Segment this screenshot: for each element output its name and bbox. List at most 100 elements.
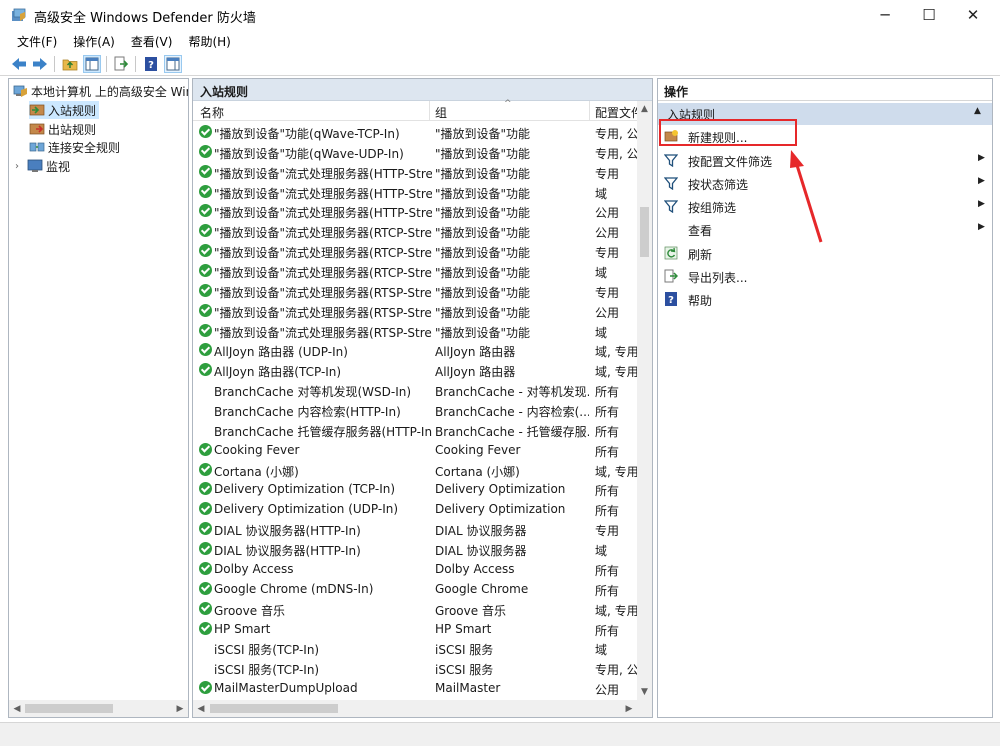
scroll-left-icon[interactable]: ◀ bbox=[9, 700, 25, 717]
table-row[interactable]: AllJoyn 路由器 (UDP-In) AllJoyn 路由器 域, 专用 bbox=[193, 340, 637, 360]
scroll-right-icon[interactable]: ▶ bbox=[621, 700, 637, 717]
tree-root[interactable]: 本地计算机 上的高级安全 Windows bbox=[12, 82, 188, 100]
column-header-profile[interactable]: 配置文件 bbox=[595, 104, 637, 121]
rule-group-cell: "播放到设备"功能 bbox=[435, 266, 531, 281]
rules-vertical-scrollbar[interactable]: ▲ ▼ bbox=[637, 101, 652, 700]
rule-group-cell: iSCSI 服务 bbox=[435, 643, 494, 658]
minimize-button[interactable]: ─ bbox=[862, 0, 908, 30]
table-row[interactable]: "播放到设备"流式处理服务器(HTTP-Stre... "播放到设备"功能 公用 bbox=[193, 201, 637, 221]
action-label: 帮助 bbox=[688, 294, 713, 308]
scroll-down-icon[interactable]: ▼ bbox=[637, 684, 652, 700]
status-bar bbox=[0, 722, 1000, 746]
tree-horizontal-scrollbar[interactable]: ◀ ▶ bbox=[9, 700, 188, 717]
scroll-thumb[interactable] bbox=[210, 704, 338, 713]
help-button[interactable]: ? bbox=[142, 55, 160, 73]
column-header-row: 名称 ^ 组 配置文件 bbox=[193, 99, 652, 121]
table-row[interactable]: Delivery Optimization (UDP-In) Delivery O… bbox=[193, 499, 637, 519]
tree-item-outbound-rules[interactable]: 出站规则 bbox=[29, 120, 96, 138]
table-row[interactable]: Delivery Optimization (TCP-In) Delivery O… bbox=[193, 479, 637, 499]
table-row[interactable]: Cortana (小娜) Cortana (小娜) 域, 专用 bbox=[193, 460, 637, 480]
rule-profile-cell: 专用 bbox=[595, 166, 620, 181]
table-row[interactable]: Dolby Access Dolby Access 所有 bbox=[193, 559, 637, 579]
actions-header: 操作 bbox=[658, 79, 992, 101]
action-label: 按组筛选 bbox=[688, 201, 737, 215]
table-row[interactable]: "播放到设备"功能(qWave-UDP-In) "播放到设备"功能 专用, 公 bbox=[193, 142, 637, 162]
svg-text:?: ? bbox=[148, 60, 154, 71]
rule-profile-cell: 域 bbox=[595, 186, 608, 201]
scroll-thumb[interactable] bbox=[25, 704, 113, 713]
filter-icon bbox=[664, 177, 678, 190]
column-header-group[interactable]: 组 bbox=[435, 104, 447, 121]
enabled-check-icon bbox=[199, 204, 212, 218]
table-row[interactable]: MailMasterDumpUpload MailMaster 公用 bbox=[193, 678, 637, 698]
action-item[interactable]: 导出列表... bbox=[658, 265, 992, 287]
menu-action[interactable]: 操作(A) bbox=[66, 33, 124, 50]
table-row[interactable]: BranchCache 内容检索(HTTP-In) BranchCache - 内… bbox=[193, 400, 637, 420]
up-folder-button[interactable] bbox=[61, 55, 79, 73]
scroll-right-icon[interactable]: ▶ bbox=[172, 700, 188, 717]
table-row[interactable]: "播放到设备"流式处理服务器(RTCP-Stre... "播放到设备"功能 公用 bbox=[193, 221, 637, 241]
show-hide-tree-button[interactable] bbox=[83, 55, 101, 73]
enabled-check-icon bbox=[199, 482, 212, 496]
table-row[interactable]: "播放到设备"流式处理服务器(RTSP-Stre... "播放到设备"功能 专用 bbox=[193, 281, 637, 301]
tree-item-connection-security-rules[interactable]: 连接安全规则 bbox=[29, 138, 120, 156]
rule-group-cell: Delivery Optimization bbox=[435, 502, 566, 517]
rule-name-cell: BranchCache 托管缓存服务器(HTTP-In) bbox=[214, 424, 432, 439]
inbound-rules-icon bbox=[29, 104, 45, 116]
expand-chevron-icon[interactable]: › bbox=[15, 161, 27, 172]
table-row[interactable]: Groove 音乐 Groove 音乐 域, 专用 bbox=[193, 599, 637, 619]
rule-profile-cell: 专用, 公 bbox=[595, 127, 637, 141]
menu-view[interactable]: 查看(V) bbox=[124, 33, 182, 50]
show-action-pane-button[interactable] bbox=[164, 55, 182, 73]
rule-group-cell: AllJoyn 路由器 bbox=[435, 365, 516, 380]
pane-header: 入站规则 bbox=[193, 79, 652, 101]
action-label: 按配置文件筛选 bbox=[688, 155, 773, 169]
table-row[interactable]: DIAL 协议服务器(HTTP-In) DIAL 协议服务器 域 bbox=[193, 539, 637, 559]
collapse-up-icon[interactable]: ▲ bbox=[974, 106, 981, 116]
tree-item-inbound-rules[interactable]: 入站规则 bbox=[29, 101, 100, 119]
tree-item-monitoring[interactable]: › 监视 bbox=[15, 157, 70, 175]
export-button[interactable] bbox=[112, 55, 130, 73]
scroll-up-icon[interactable]: ▲ bbox=[637, 101, 652, 117]
table-row[interactable]: BranchCache 对等机发现(WSD-In) BranchCache - 对… bbox=[193, 380, 637, 400]
table-row[interactable]: "播放到设备"流式处理服务器(RTSP-Stre... "播放到设备"功能 域 bbox=[193, 321, 637, 341]
menu-file[interactable]: 文件(F) bbox=[10, 33, 66, 50]
table-row[interactable]: HP Smart HP Smart 所有 bbox=[193, 619, 637, 639]
table-row[interactable]: DIAL 协议服务器(HTTP-In) DIAL 协议服务器 专用 bbox=[193, 519, 637, 539]
close-button[interactable]: ✕ bbox=[950, 0, 996, 30]
scroll-left-icon[interactable]: ◀ bbox=[193, 700, 209, 717]
rules-horizontal-scrollbar[interactable]: ◀ ▶ bbox=[193, 700, 652, 717]
rule-name-cell: AllJoyn 路由器(TCP-In) bbox=[214, 365, 342, 380]
menu-help[interactable]: 帮助(H) bbox=[181, 33, 239, 50]
table-row[interactable]: "播放到设备"流式处理服务器(RTCP-Stre... "播放到设备"功能 域 bbox=[193, 261, 637, 281]
rule-profile-cell: 域, 专用 bbox=[595, 603, 637, 618]
table-row[interactable]: "播放到设备"流式处理服务器(HTTP-Stre... "播放到设备"功能 域 bbox=[193, 182, 637, 202]
rule-group-cell: Delivery Optimization bbox=[435, 482, 566, 497]
rule-group-cell: AllJoyn 路由器 bbox=[435, 345, 516, 360]
forward-button[interactable] bbox=[31, 55, 49, 73]
column-header-name[interactable]: 名称 bbox=[200, 104, 224, 121]
rule-name-cell: MailMasterDumpUpload bbox=[214, 681, 358, 696]
filter-icon bbox=[664, 154, 678, 167]
column-divider[interactable] bbox=[429, 101, 430, 121]
column-divider[interactable] bbox=[589, 101, 590, 121]
table-row[interactable]: Cooking Fever Cooking Fever 所有 bbox=[193, 440, 637, 460]
table-row[interactable]: "播放到设备"流式处理服务器(RTCP-Stre... "播放到设备"功能 专用 bbox=[193, 241, 637, 261]
table-row[interactable]: iSCSI 服务(TCP-In) iSCSI 服务 专用, 公 bbox=[193, 658, 637, 678]
rule-name-cell: Delivery Optimization (UDP-In) bbox=[214, 502, 399, 517]
table-row[interactable]: "播放到设备"流式处理服务器(HTTP-Stre... "播放到设备"功能 专用 bbox=[193, 162, 637, 182]
window-title: 高级安全 Windows Defender 防火墙 bbox=[34, 11, 256, 26]
action-item[interactable]: ? 帮助 bbox=[658, 288, 992, 310]
rule-profile-cell: 所有 bbox=[595, 504, 620, 519]
table-row[interactable]: Google Chrome (mDNS-In) Google Chrome 所有 bbox=[193, 579, 637, 599]
table-row[interactable]: "播放到设备"功能(qWave-TCP-In) "播放到设备"功能 专用, 公 bbox=[193, 122, 637, 142]
table-row[interactable]: BranchCache 托管缓存服务器(HTTP-In) BranchCache … bbox=[193, 420, 637, 440]
table-row[interactable]: iSCSI 服务(TCP-In) iSCSI 服务 域 bbox=[193, 638, 637, 658]
tree-item-label: 连接安全规则 bbox=[48, 140, 121, 155]
maximize-button[interactable]: ☐ bbox=[906, 0, 952, 30]
table-row[interactable]: AllJoyn 路由器(TCP-In) AllJoyn 路由器 域, 专用 bbox=[193, 360, 637, 380]
back-button[interactable] bbox=[10, 55, 28, 73]
scroll-thumb[interactable] bbox=[640, 207, 649, 257]
table-row[interactable]: "播放到设备"流式处理服务器(RTSP-Stre... "播放到设备"功能 公用 bbox=[193, 301, 637, 321]
rule-name-cell: HP Smart bbox=[214, 621, 271, 636]
